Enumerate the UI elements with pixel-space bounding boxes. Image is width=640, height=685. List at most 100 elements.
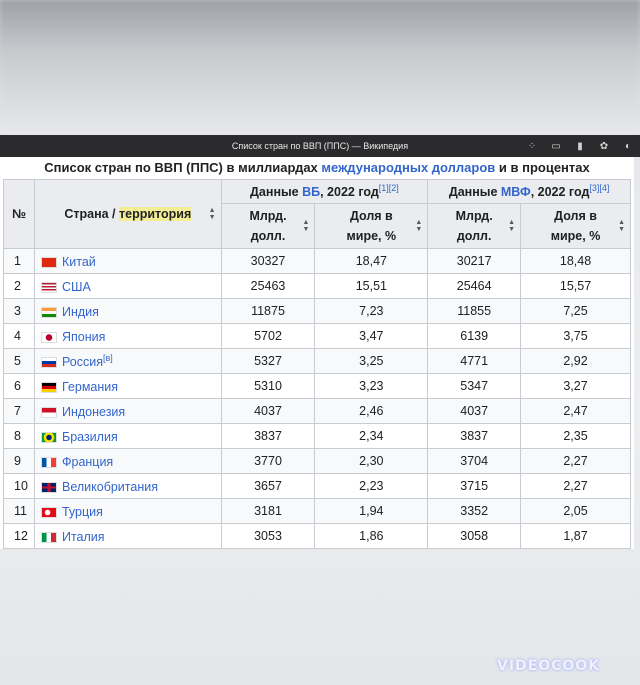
imf-link[interactable]: МВФ xyxy=(501,186,531,200)
country-link[interactable]: Турция xyxy=(62,505,103,519)
extensions-icon[interactable]: ✿ xyxy=(598,141,610,152)
imf-refs[interactable]: [3][4] xyxy=(589,183,609,193)
wb-billions-cell: 3053 xyxy=(220,523,316,549)
country-cell: Индия xyxy=(33,298,222,324)
country-link[interactable]: Китай xyxy=(62,255,96,269)
col-header-wb-share[interactable]: Доля в мире, % ▲ ▼ xyxy=(314,203,429,249)
imf-billions-cell: 6139 xyxy=(427,323,522,349)
col-header-rank-label: № xyxy=(12,207,26,221)
browser-title-bar: Список стран по ВВП (ППС) — Википедия ⁘ … xyxy=(0,135,640,157)
table-row: 10 Великобритания 3657 2,23 3715 2,27 xyxy=(3,473,631,499)
country-link[interactable]: Италия xyxy=(62,530,105,544)
imf-billions-cell: 25464 xyxy=(427,273,522,299)
col-header-rank[interactable]: № xyxy=(3,179,35,249)
country-link[interactable]: Германия xyxy=(62,380,118,394)
imf-billions-cell: 3715 xyxy=(427,473,522,499)
rank-cell: 9 xyxy=(3,448,35,474)
table-row: 4 Япония 5702 3,47 6139 3,75 xyxy=(3,323,631,349)
wb-share-cell: 2,30 xyxy=(314,448,429,474)
wb-refs[interactable]: [1][2] xyxy=(379,183,399,193)
sort-icon[interactable]: ▲ ▼ xyxy=(302,219,309,233)
wb-billions-cell: 5327 xyxy=(220,348,316,374)
country-link[interactable]: Франция xyxy=(62,455,113,469)
col-header-territory-highlight: территория xyxy=(119,207,192,221)
imf-share-cell: 1,87 xyxy=(520,523,631,549)
wb-billions-cell: 5310 xyxy=(220,373,316,399)
country-note[interactable]: [в] xyxy=(103,353,113,363)
col-header-country-label: Страна / xyxy=(64,207,119,221)
imf-share-cell: 2,27 xyxy=(520,473,631,499)
imf-billions-cell: 30217 xyxy=(427,248,522,274)
col-header-imf-share[interactable]: Доля в мире, % ▲ ▼ xyxy=(520,203,631,249)
grid-icon[interactable]: ⁘ xyxy=(526,141,538,152)
country-link[interactable]: Великобритания xyxy=(62,480,158,494)
wikipedia-page: Список стран по ВВП (ППС) в миллиардах м… xyxy=(0,157,634,549)
country-link[interactable]: Япония xyxy=(62,330,105,344)
imf-billions-cell: 11855 xyxy=(427,298,522,324)
flag-icon xyxy=(40,457,57,469)
rank-cell: 11 xyxy=(3,498,35,524)
flag-icon xyxy=(40,307,57,319)
table-body: 1 Китай 30327 18,47 30217 18,48 2 США 25463 15,51… xyxy=(3,248,631,549)
col-header-country[interactable]: Страна / территория ▲ ▼ xyxy=(33,179,222,249)
imf-billions-cell: 3837 xyxy=(427,423,522,449)
reader-icon[interactable]: ▭ xyxy=(550,141,562,152)
rank-cell: 1 xyxy=(3,248,35,274)
flag-icon xyxy=(40,482,57,494)
country-link[interactable]: США xyxy=(62,280,91,294)
country-cell: Россия[в] xyxy=(33,348,222,374)
rank-cell: 5 xyxy=(3,348,35,374)
country-link[interactable]: Бразилия xyxy=(62,430,118,444)
wb-header-suffix: , 2022 год xyxy=(320,185,379,200)
sort-icon[interactable]: ▲ ▼ xyxy=(508,219,515,233)
col-group-world-bank: Данные ВБ, 2022 год[1][2] xyxy=(220,179,429,204)
bookmark-icon[interactable]: ▮ xyxy=(574,141,586,152)
rank-cell: 12 xyxy=(3,523,35,549)
imf-share-cell: 2,47 xyxy=(520,398,631,424)
sort-icon[interactable]: ▲ ▼ xyxy=(209,207,216,221)
country-link[interactable]: Индонезия xyxy=(62,405,125,419)
rank-cell: 3 xyxy=(3,298,35,324)
country-cell: Турция xyxy=(33,498,222,524)
table-row: 8 Бразилия 3837 2,34 3837 2,35 xyxy=(3,423,631,449)
table-row: 5 Россия[в] 5327 3,25 4771 2,92 xyxy=(3,348,631,374)
sort-icon[interactable]: ▲ ▼ xyxy=(415,219,422,233)
wb-billions-label: Млрд. долл. xyxy=(249,209,287,243)
blurred-background xyxy=(0,0,640,135)
imf-billions-cell: 3058 xyxy=(427,523,522,549)
table-caption: Список стран по ВВП (ППС) в миллиардах м… xyxy=(0,157,634,179)
country-link[interactable]: Россия xyxy=(62,355,103,369)
caption-text-suffix: и в процентах xyxy=(495,160,590,175)
col-header-wb-billions[interactable]: Млрд. долл. ▲ ▼ xyxy=(220,203,316,249)
sort-icon[interactable]: ▲ ▼ xyxy=(618,219,625,233)
rank-cell: 8 xyxy=(3,423,35,449)
wb-share-cell: 3,25 xyxy=(314,348,429,374)
wb-billions-cell: 30327 xyxy=(220,248,316,274)
profile-icon[interactable]: ◐ xyxy=(622,141,634,152)
country-cell: Китай xyxy=(33,248,222,274)
flag-icon xyxy=(40,282,57,294)
imf-share-label: Доля в мире, % xyxy=(550,209,601,243)
col-header-imf-billions[interactable]: Млрд. долл. ▲ ▼ xyxy=(427,203,522,249)
wb-share-cell: 7,23 xyxy=(314,298,429,324)
table-row: 2 США 25463 15,51 25464 15,57 xyxy=(3,273,631,299)
country-cell: Италия xyxy=(33,523,222,549)
imf-share-cell: 2,05 xyxy=(520,498,631,524)
caption-link-international-dollars[interactable]: международных долларов xyxy=(321,160,495,175)
wb-link[interactable]: ВБ xyxy=(302,186,320,200)
wb-share-cell: 2,23 xyxy=(314,473,429,499)
country-link[interactable]: Индия xyxy=(62,305,99,319)
imf-share-cell: 2,27 xyxy=(520,448,631,474)
caption-text-prefix: Список стран по ВВП (ППС) в миллиардах xyxy=(44,160,322,175)
table-row: 3 Индия 11875 7,23 11855 7,25 xyxy=(3,298,631,324)
wb-share-cell: 3,23 xyxy=(314,373,429,399)
table-row: 7 Индонезия 4037 2,46 4037 2,47 xyxy=(3,398,631,424)
imf-share-cell: 15,57 xyxy=(520,273,631,299)
rank-cell: 10 xyxy=(3,473,35,499)
rank-cell: 7 xyxy=(3,398,35,424)
rank-cell: 6 xyxy=(3,373,35,399)
wb-header-prefix: Данные xyxy=(250,185,303,200)
country-cell: США xyxy=(33,273,222,299)
flag-icon xyxy=(40,257,57,269)
flag-icon xyxy=(40,432,57,444)
